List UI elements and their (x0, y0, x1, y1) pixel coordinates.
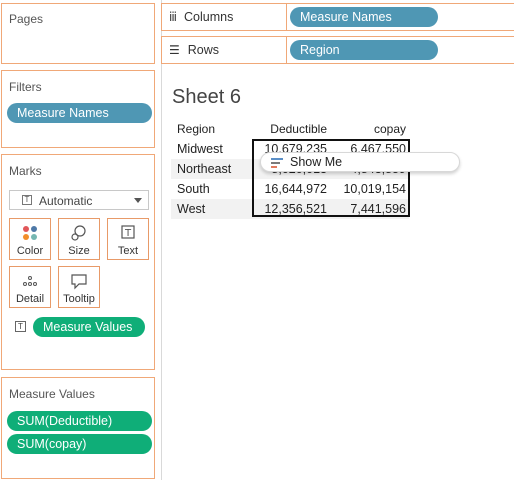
pages-card: Pages (1, 3, 155, 64)
show-me-label: Show Me (290, 155, 343, 169)
pages-title: Pages (9, 12, 44, 26)
columns-shelf[interactable]: iii Columns Measure Names (161, 3, 514, 31)
detail-button[interactable]: Detail (9, 266, 51, 308)
mark-type-value: Automatic (39, 194, 93, 208)
size-label: Size (68, 245, 90, 257)
text-mark-icon: T (22, 195, 32, 205)
rows-separator (286, 37, 287, 63)
size-button[interactable]: Size (58, 218, 100, 260)
rows-label: Rows (187, 43, 220, 57)
color-icon (10, 223, 50, 245)
filter-pill-measure-names[interactable]: Measure Names (7, 103, 152, 123)
row-region[interactable]: Northeast (177, 162, 231, 176)
text-encoding-icon: T (15, 321, 26, 332)
detail-label: Detail (15, 293, 45, 305)
measure-values-pill-copay[interactable]: SUM(copay) (7, 434, 152, 454)
rows-pill-region[interactable]: Region (290, 40, 438, 60)
header-copay[interactable]: copay (330, 122, 406, 136)
tooltip-label: Tooltip (63, 293, 95, 305)
show-me-tooltip[interactable]: Show Me (260, 152, 460, 172)
rows-icon: ☰ (169, 43, 180, 57)
detail-icon (10, 271, 50, 293)
chevron-down-icon (134, 198, 142, 203)
text-label: Text (117, 245, 139, 257)
header-deductible[interactable]: Deductible (252, 122, 327, 136)
row-region[interactable]: Midwest (177, 142, 223, 156)
svg-text:T: T (124, 228, 132, 239)
mark-type-dropdown[interactable]: T Automatic (9, 190, 149, 210)
columns-label: Columns (184, 10, 234, 24)
marks-card: Marks T Automatic Color Size T Text Deta… (1, 154, 155, 370)
row-region[interactable]: West (177, 202, 205, 216)
text-button[interactable]: T Text (107, 218, 149, 260)
text-icon: T (108, 223, 148, 245)
columns-shelf-label-wrap: iii Columns (169, 4, 233, 30)
columns-icon: iii (169, 10, 177, 24)
marks-title: Marks (9, 164, 42, 178)
filters-title: Filters (9, 80, 42, 94)
color-label: Color (16, 245, 44, 257)
size-icon (59, 223, 99, 245)
marks-pill-measure-values[interactable]: Measure Values (33, 317, 145, 337)
measure-values-card: Measure Values SUM(Deductible) SUM(copay… (1, 377, 155, 479)
show-me-icon (271, 157, 285, 172)
color-button[interactable]: Color (9, 218, 51, 260)
panel-divider (161, 0, 162, 480)
rows-shelf[interactable]: ☰ Rows Region (161, 36, 514, 64)
filters-card: Filters Measure Names (1, 70, 155, 148)
rows-shelf-label-wrap: ☰ Rows (169, 37, 219, 63)
tooltip-button[interactable]: Tooltip (58, 266, 100, 308)
columns-separator (286, 4, 287, 30)
speech-bubble-icon (59, 271, 99, 293)
measure-values-title: Measure Values (9, 387, 95, 401)
row-region[interactable]: South (177, 182, 210, 196)
selection-box (252, 139, 410, 217)
columns-pill-measure-names[interactable]: Measure Names (290, 7, 438, 27)
measure-values-pill-deductible[interactable]: SUM(Deductible) (7, 411, 152, 431)
header-region[interactable]: Region (177, 122, 215, 136)
sheet-title: Sheet 6 (172, 86, 241, 108)
